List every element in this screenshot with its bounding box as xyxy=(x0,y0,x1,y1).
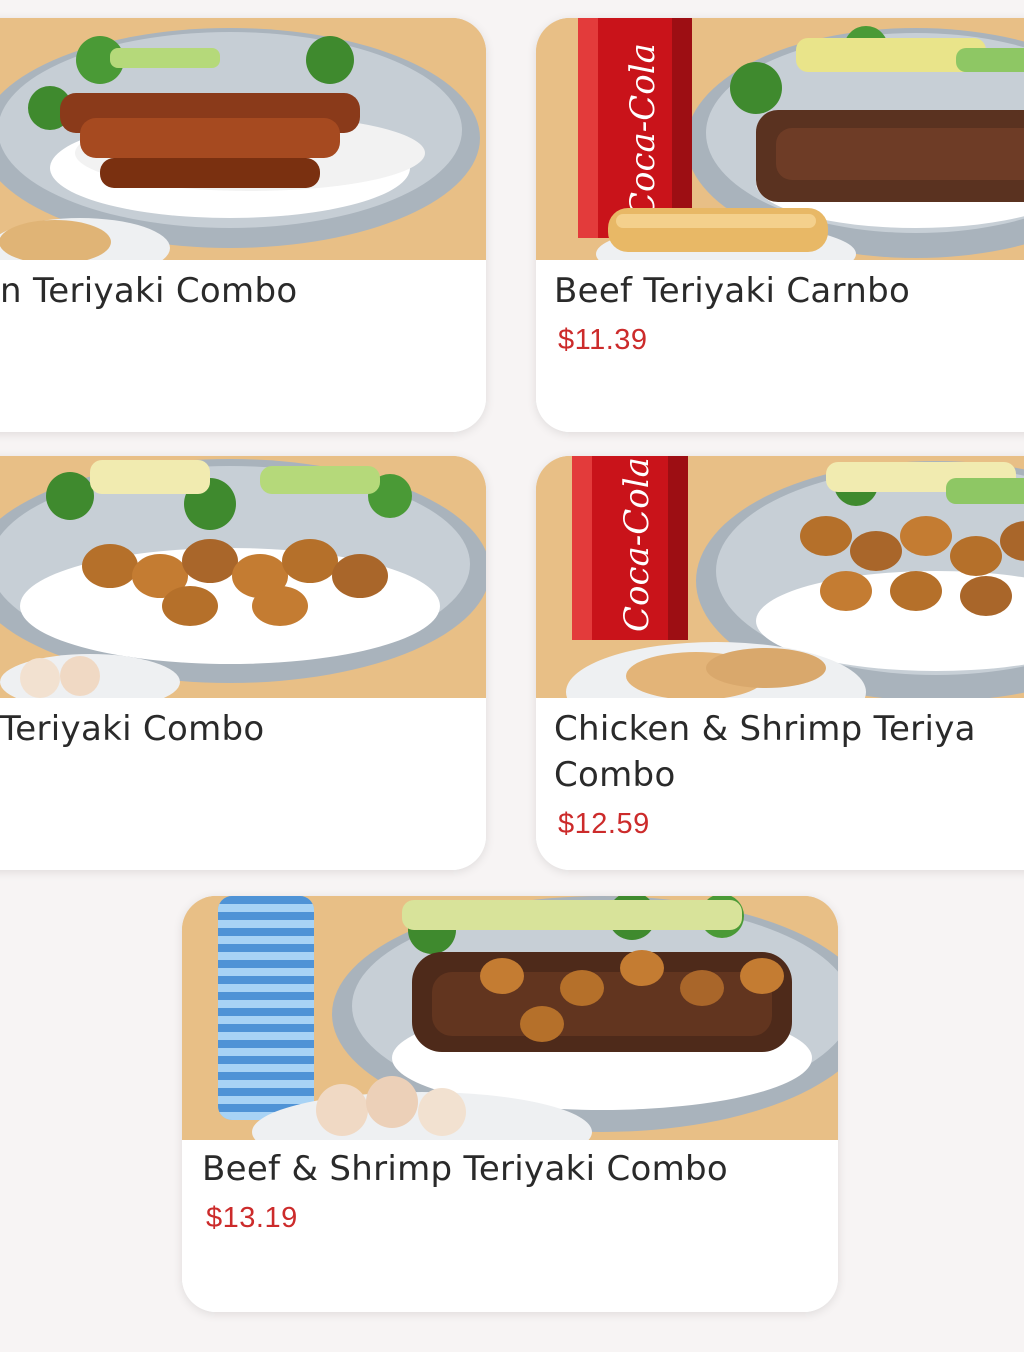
menu-item-name: Beef Teriyaki Carnbo xyxy=(554,271,911,311)
svg-text:Coca-Cola: Coca-Cola xyxy=(623,43,663,218)
menu-item-card-shrimp-teriyaki-combo[interactable]: Teriyaki Combo xyxy=(0,456,486,870)
food-photo-shrimp-teriyaki xyxy=(0,456,486,698)
menu-item-name: Teriyaki Combo xyxy=(0,709,265,749)
menu-item-card-chicken-teriyaki-combo[interactable]: n Teriyaki Combo xyxy=(0,18,486,432)
food-photo-chicken-teriyaki xyxy=(0,18,486,260)
menu-item-price: $13.19 xyxy=(206,1202,298,1234)
menu-item-name-line2: Combo xyxy=(554,755,676,795)
menu-item-card-beef-shrimp-teriyaki-combo[interactable]: Beef & Shrimp Teriyaki Combo $13.19 xyxy=(182,896,838,1312)
menu-item-price: $12.59 xyxy=(558,808,650,840)
menu-item-name: n Teriyaki Combo xyxy=(0,271,298,311)
svg-text:Coca-Cola: Coca-Cola xyxy=(617,457,657,632)
food-photo-beef-shrimp-teriyaki xyxy=(182,896,838,1140)
food-photo-beef-teriyaki: Coca-Cola xyxy=(536,18,1024,260)
menu-item-price: $11.39 xyxy=(558,324,648,356)
menu-item-card-chicken-shrimp-teriyaki-combo[interactable]: Coca-Cola Chicken & Shrimp Teriya Combo … xyxy=(536,456,1024,870)
food-photo-chicken-shrimp-teriyaki: Coca-Cola xyxy=(536,456,1024,698)
menu-item-name: Beef & Shrimp Teriyaki Combo xyxy=(202,1149,729,1189)
menu-item-name-line1: Chicken & Shrimp Teriya xyxy=(554,709,976,749)
menu-item-card-beef-teriyaki-combo[interactable]: Coca-Cola Beef Teriyaki Carnbo $11.39 xyxy=(536,18,1024,432)
